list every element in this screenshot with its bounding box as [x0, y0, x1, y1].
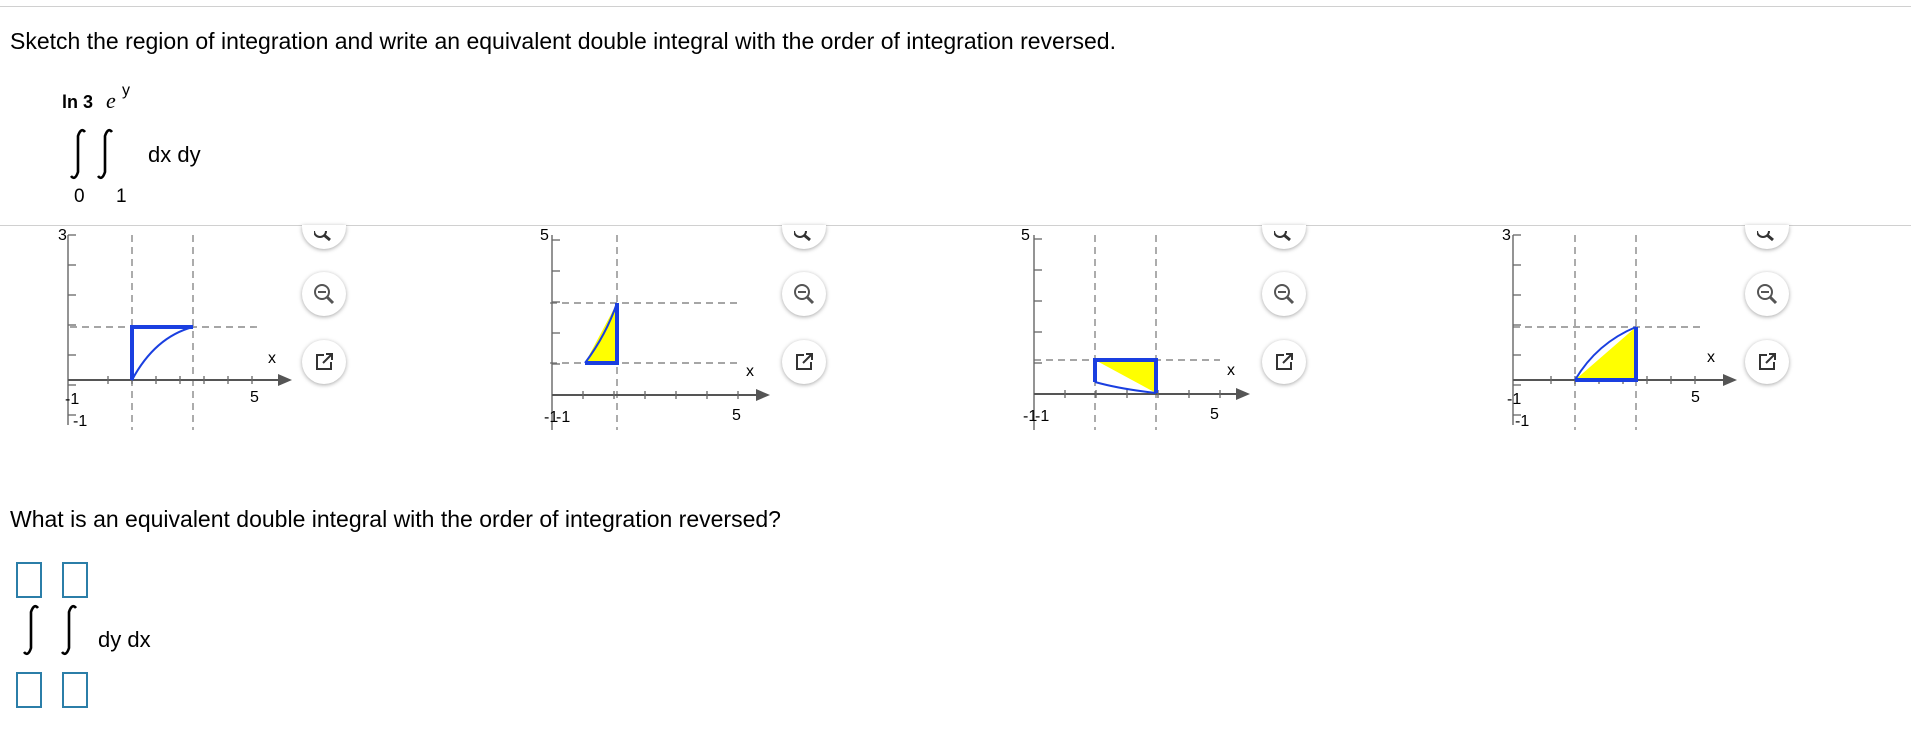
graph-d-plot	[1512, 234, 1737, 430]
external-link-icon	[316, 353, 333, 370]
graph-a-yneg: -1	[73, 413, 88, 430]
graph-b-plot	[550, 235, 770, 430]
graph-c-yneg: -1	[1035, 408, 1050, 425]
outer-upper-limit-input[interactable]	[16, 562, 42, 598]
answer-outer-integral-sign	[22, 604, 40, 656]
graph-d-yneg: -1	[1515, 413, 1530, 430]
graph-option-c[interactable]: 5 x 5 -1 -1	[1020, 225, 1280, 450]
outer-lower-limit-input[interactable]	[16, 672, 42, 708]
outer-lower-limit: 0	[74, 186, 85, 207]
magnifier-icon	[1757, 284, 1778, 305]
inner-upper-limit-exponent: y	[122, 82, 130, 99]
graph-d-zoom-button[interactable]	[1745, 272, 1789, 316]
external-link-icon	[796, 353, 813, 370]
magnifier-icon	[794, 231, 811, 242]
inner-lower-limit-input[interactable]	[62, 672, 88, 708]
outer-upper-limit: ln 3	[62, 92, 94, 112]
graph-c-xlabel: x	[1227, 362, 1235, 379]
external-link-icon	[1759, 353, 1776, 370]
answer-differentials: dy dx	[98, 627, 151, 652]
graph-a-xlabel: x	[268, 350, 276, 367]
question-text: Sketch the region of integration and wri…	[10, 28, 1116, 54]
graph-d-xneg: -1	[1507, 391, 1522, 408]
graph-b-xlabel: x	[746, 363, 754, 380]
graph-a-zoom-button[interactable]	[302, 272, 346, 316]
magnifier-icon	[794, 284, 815, 305]
magnifier-icon	[1274, 284, 1295, 305]
graph-b-popout-button[interactable]	[782, 340, 826, 384]
graph-a-ytick-top: 3	[58, 227, 67, 244]
graph-c-xtick-right: 5	[1210, 406, 1219, 423]
answer-question-text: What is an equivalent double integral wi…	[10, 506, 781, 532]
magnifier-icon	[1274, 231, 1291, 242]
given-integral: ln 3 e y dx dy 0 1	[60, 82, 260, 210]
inner-upper-limit-base: e	[106, 88, 116, 113]
graph-c-popout-button[interactable]	[1262, 340, 1306, 384]
graph-b-xtick-right: 5	[732, 407, 741, 424]
answer-inner-integral-sign	[60, 604, 78, 656]
graph-option-b[interactable]: 5 x 5 -1 -1	[540, 225, 800, 450]
magnifier-icon	[314, 231, 331, 242]
graph-a-plot	[67, 234, 292, 430]
outer-integral-sign	[69, 128, 87, 180]
graph-d-xtick-right: 5	[1691, 389, 1700, 406]
inner-upper-limit-input[interactable]	[62, 562, 88, 598]
graph-c-zoom-button[interactable]	[1262, 272, 1306, 316]
graph-c-plot	[1033, 235, 1250, 430]
graph-d-xlabel: x	[1707, 349, 1715, 366]
graph-a-xneg: -1	[65, 391, 80, 408]
graph-b-yneg: -1	[556, 409, 571, 426]
graph-a-popout-button[interactable]	[302, 340, 346, 384]
graph-c-ytick-top: 5	[1021, 227, 1030, 244]
graph-option-a[interactable]: 3 x 5 -1 -1	[58, 225, 320, 450]
graph-b-ytick-top: 5	[540, 227, 549, 244]
external-link-icon	[1276, 353, 1293, 370]
graph-d-ytick-top: 3	[1502, 227, 1511, 244]
inner-lower-limit: 1	[116, 186, 127, 207]
magnifier-icon	[314, 284, 335, 305]
graph-b-zoom-button[interactable]	[782, 272, 826, 316]
graph-d-popout-button[interactable]	[1745, 340, 1789, 384]
top-divider	[0, 6, 1911, 7]
inner-integral-sign	[96, 128, 114, 180]
magnifier-icon	[1757, 231, 1774, 242]
graph-option-d[interactable]: 3 x 5 -1 -1	[1502, 225, 1765, 450]
graph-a-xtick-right: 5	[250, 389, 259, 406]
given-differentials: dx dy	[148, 142, 201, 167]
